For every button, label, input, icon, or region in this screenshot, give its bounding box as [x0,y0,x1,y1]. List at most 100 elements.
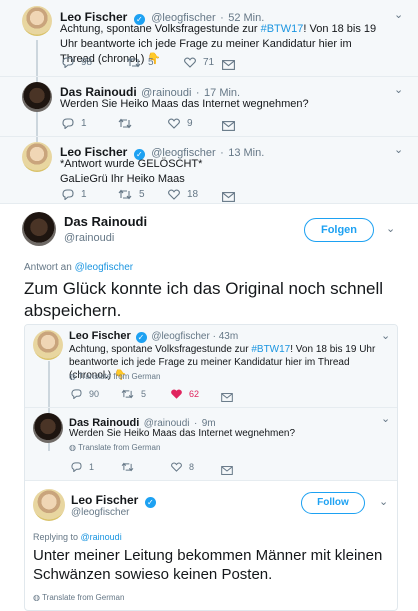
reply-action: 90 [71,389,99,399]
retweet-count: 5 [148,57,154,68]
author-name[interactable]: Das Rainoudi [64,214,147,229]
chevron-down-icon: ⌄ [381,413,391,425]
retweet-action[interactable]: 5 [118,189,145,200]
message-action[interactable] [222,118,235,136]
chevron-down-icon[interactable]: ⌄ [394,8,403,21]
embedded-screenshot: Leo Fischer ✓ @leogfischer · 43m ⌄ Achtu… [24,324,398,611]
reply-count: 1 [81,189,87,200]
like-action[interactable]: 71 [184,57,214,68]
like-action: 8 [171,462,194,472]
chevron-down-icon[interactable]: ⌄ [386,222,395,235]
envelope-icon [221,466,233,475]
chevron-down-icon[interactable]: ⌄ [394,143,403,156]
tweet-text: *Antwort wurde GELÖSCHT* GaLieGrü Ihr He… [60,158,203,185]
reply-count: 1 [89,462,95,472]
globe-icon: ◍ [33,593,40,602]
chevron-down-icon[interactable]: ⌄ [394,83,403,96]
like-count: 62 [189,389,200,399]
reply-icon [62,57,74,68]
retweet-icon [118,118,132,129]
avatar[interactable] [22,6,52,36]
like-count: 71 [203,57,215,68]
message-action [221,389,233,407]
verified-icon: ✓ [144,497,156,508]
retweet-icon [121,389,134,399]
reply-action[interactable]: 1 [62,189,87,200]
envelope-icon [221,393,233,402]
tweet-text: Werden Sie Heiko Maas das Internet wegne… [69,428,296,439]
author-name: Leo Fischer [71,493,139,507]
reply-action[interactable]: 98 [62,57,92,68]
author-handle: @leogfischer [71,507,130,518]
retweet-action[interactable]: 5 [127,57,154,68]
tweet-text: Achtung, spontane Volksfragestunde zur #… [60,23,377,65]
heart-icon [171,462,182,472]
author-name: Leo Fischer [69,330,131,342]
avatar[interactable] [22,142,52,172]
hashtag-link: #BTW17 [251,344,291,355]
like-count: 9 [187,118,193,129]
avatar [33,330,63,360]
main-tweet-text: Zum Glück konnte ich das Original noch s… [24,279,384,320]
embedded-tweet-2: Das Rainoudi @rainoudi · 9m ⌄ Werden Sie… [25,408,397,480]
heart-icon [168,189,180,200]
reply-action: 1 [71,462,94,472]
avatar[interactable] [22,212,56,246]
translate-link: ◍ Translate from German [69,372,161,381]
embedded-focus-tweet: Leo Fischer ✓ @leogfischer Follow ⌄ Repl… [25,481,397,610]
heart-filled-icon [171,389,182,399]
author-handle[interactable]: @rainoudi [64,232,114,244]
heart-icon [168,118,180,129]
like-action[interactable]: 18 [168,189,198,200]
reply-icon [62,118,74,129]
main-tweet: Das Rainoudi @rainoudi Folgen ⌄ Antwort … [0,204,418,611]
reply-action[interactable]: 1 [62,118,87,129]
reply-icon [71,389,82,399]
replying-to-line: Replying to @rainoudi [33,532,122,542]
replying-to-link: @rainoudi [80,532,122,542]
reply-count: 90 [89,389,100,399]
reply-count: 1 [81,118,87,129]
message-action [221,462,233,480]
retweet-icon [118,189,132,200]
envelope-icon [222,121,235,131]
chevron-down-icon: ⌄ [379,496,389,508]
tweet-text: Unter meiner Leitung bekommen Männer mit… [33,547,383,583]
envelope-icon [222,60,235,70]
retweet-action[interactable] [118,118,139,129]
follow-button: Follow [301,492,365,514]
reply-to-link[interactable]: @leogfischer [75,262,134,273]
like-count: 18 [187,189,199,200]
translate-link: ◍ Translate from German [33,593,125,602]
retweet-icon [121,462,134,472]
avatar[interactable] [22,82,52,112]
tweet-text: Werden Sie Heiko Maas das Internet wegne… [60,98,309,110]
reply-icon [71,462,82,472]
like-action[interactable]: 9 [168,118,193,129]
retweet-count: 5 [139,189,145,200]
translate-link: ◍ Translate from German [69,443,161,452]
reply-icon [62,189,74,200]
heart-icon [184,57,196,68]
thread-tweet-3[interactable]: Leo Fischer ✓ @leogfischer · 13 Min. ⌄ *… [0,137,418,203]
globe-icon: ◍ [69,372,76,381]
avatar [33,413,63,443]
separator-dot: · [212,331,216,342]
reply-to-line: Antwort an @leogfischer [24,262,134,273]
follow-button[interactable]: Folgen [304,218,374,242]
retweet-icon [127,57,141,68]
hashtag-link[interactable]: #BTW17 [261,23,304,35]
thread-tweet-1[interactable]: Leo Fischer ✓ @leogfischer · 52 Min. ⌄ A… [0,0,418,76]
like-action: 62 [171,389,199,399]
thread-tweet-2[interactable]: Das Rainoudi @rainoudi · 17 Min. ⌄ Werde… [0,77,418,137]
like-count: 8 [189,462,195,472]
embedded-tweet-1: Leo Fischer ✓ @leogfischer · 43m ⌄ Achtu… [25,325,397,407]
message-action[interactable] [222,57,235,75]
globe-icon: ◍ [69,443,76,452]
retweet-count: 5 [141,389,147,399]
timestamp: 43m [218,331,239,342]
envelope-icon [222,192,235,202]
author-handle: @leogfischer [151,331,210,342]
reply-count: 98 [81,57,93,68]
avatar [33,489,65,521]
